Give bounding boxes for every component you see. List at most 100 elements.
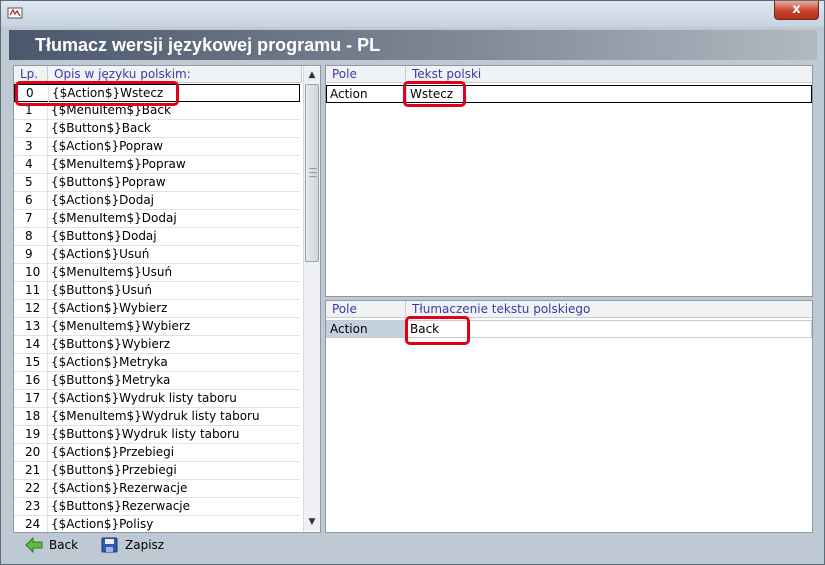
list-item-number: 16 xyxy=(14,372,48,389)
grip-icon: — — — xyxy=(309,164,317,181)
highlight-selected-entry xyxy=(15,81,179,106)
scroll-up-arrow-icon[interactable]: ▲ xyxy=(304,67,320,83)
list-item-text: {$Button$}Wydruk listy taboru xyxy=(51,427,240,441)
list-item[interactable]: 4 {$MenuItem$}Popraw xyxy=(14,156,300,174)
list-item-number: 20 xyxy=(14,444,48,461)
list-item-number: 17 xyxy=(14,390,48,407)
list-item-text: {$Button$}Usuń xyxy=(51,283,152,297)
list-item-text: {$Action$}Wydruk listy taboru xyxy=(51,391,237,405)
list-item[interactable]: 13 {$MenuItem$}Wybierz xyxy=(14,318,300,336)
list-item[interactable]: 17 {$Action$}Wydruk listy taboru xyxy=(14,390,300,408)
list-item-number: 19 xyxy=(14,426,48,443)
translation-row[interactable]: Action Back xyxy=(326,320,812,338)
list-item[interactable]: 22 {$Action$}Rezerwacje xyxy=(14,480,300,498)
list-item-number: 3 xyxy=(14,138,48,155)
list-item-number: 18 xyxy=(14,408,48,425)
back-button[interactable]: Back xyxy=(25,534,85,556)
scroll-down-arrow-icon[interactable]: ▼ xyxy=(304,514,320,530)
scroll-thumb[interactable]: — — — xyxy=(305,84,319,262)
list-item-text: {$MenuItem$}Wybierz xyxy=(51,319,191,333)
list-item-text: {$Button$}Dodaj xyxy=(51,229,157,243)
list-item-text: {$MenuItem$}Popraw xyxy=(51,157,186,171)
list-item-text: {$MenuItem$}Dodaj xyxy=(51,211,177,225)
list-item-text: {$Action$}Polisy xyxy=(51,517,154,531)
list-item-text: {$Action$}Rezerwacje xyxy=(51,481,188,495)
list-item-number: 24 xyxy=(14,516,48,532)
list-item[interactable]: 7 {$MenuItem$}Dodaj xyxy=(14,210,300,228)
column-header-pole[interactable]: Pole xyxy=(326,66,406,83)
translation-row-pole: Action xyxy=(327,321,407,337)
list-item[interactable]: 9 {$Action$}Usuń xyxy=(14,246,300,264)
list-item-text: {$Button$}Back xyxy=(51,121,151,135)
translation-panel: Pole Tłumaczenie tekstu polskiego Action… xyxy=(325,300,813,533)
polish-row-pole: Action xyxy=(327,86,407,102)
list-item[interactable]: 2 {$Button$}Back xyxy=(14,120,300,138)
list-item-text: {$Action$}Usuń xyxy=(51,247,150,261)
list-item-number: 11 xyxy=(14,282,48,299)
list-item-text: {$Action$}Popraw xyxy=(51,139,163,153)
list-item[interactable]: 23 {$Button$}Rezerwacje xyxy=(14,498,300,516)
list-item[interactable]: 10 {$MenuItem$}Usuń xyxy=(14,264,300,282)
list-item-number: 21 xyxy=(14,462,48,479)
list-item-number: 23 xyxy=(14,498,48,515)
list-item[interactable]: 5 {$Button$}Popraw xyxy=(14,174,300,192)
page-title: Tłumacz wersji językowej programu - PL xyxy=(35,35,381,55)
list-item[interactable]: 6 {$Action$}Dodaj xyxy=(14,192,300,210)
close-button[interactable]: x xyxy=(774,1,819,20)
save-button-label: Zapisz xyxy=(125,538,165,552)
list-item[interactable]: 8 {$Button$}Dodaj xyxy=(14,228,300,246)
list-item-text: {$Button$}Przebiegi xyxy=(51,463,177,477)
page-header: Tłumacz wersji językowej programu - PL xyxy=(9,30,817,60)
polish-text-panel: Pole Tekst polski Action Wstecz xyxy=(325,65,813,297)
list-item-number: 6 xyxy=(14,192,48,209)
list-item-text: {$MenuItem$}Wydruk listy taboru xyxy=(51,409,260,423)
entries-list: Lp. Opis w języku polskim: 0 {$Action$}Ws… xyxy=(13,65,321,533)
list-item[interactable]: 12 {$Action$}Wybierz xyxy=(14,300,300,318)
list-item-text: {$Action$}Wybierz xyxy=(51,301,168,315)
list-item-number: 7 xyxy=(14,210,48,227)
list-item[interactable]: 11 {$Button$}Usuń xyxy=(14,282,300,300)
list-item-text: {$Button$}Metryka xyxy=(51,373,171,387)
list-item[interactable]: 21 {$Button$}Przebiegi xyxy=(14,462,300,480)
list-item-number: 4 xyxy=(14,156,48,173)
list-item-number: 8 xyxy=(14,228,48,245)
highlight-translation xyxy=(405,316,470,345)
polish-text-row[interactable]: Action Wstecz xyxy=(326,85,812,103)
list-item-text: {$Button$}Wybierz xyxy=(51,337,171,351)
list-item-number: 14 xyxy=(14,336,48,353)
highlight-polish-text xyxy=(403,81,466,107)
list-item-number: 2 xyxy=(14,120,48,137)
column-header-tekst-polski[interactable]: Tekst polski xyxy=(406,66,812,83)
footer-toolbar: Back Zapisz xyxy=(9,534,817,556)
list-item-number: 5 xyxy=(14,174,48,191)
column-header-pole-2[interactable]: Pole xyxy=(326,301,406,318)
list-item-number: 10 xyxy=(14,264,48,281)
list-item-text: {$MenuItem$}Usuń xyxy=(51,265,173,279)
list-item-number: 12 xyxy=(14,300,48,317)
list-item-text: {$Button$}Popraw xyxy=(51,175,166,189)
list-item[interactable]: 19 {$Button$}Wydruk listy taboru xyxy=(14,426,300,444)
list-item-number: 9 xyxy=(14,246,48,263)
translation-header: Pole Tłumaczenie tekstu polskiego xyxy=(326,301,812,318)
list-item-number: 13 xyxy=(14,318,48,335)
list-item[interactable]: 20 {$Action$}Przebiegi xyxy=(14,444,300,462)
column-header-tlumaczenie[interactable]: Tłumaczenie tekstu polskiego xyxy=(406,301,812,318)
list-item[interactable]: 15 {$Action$}Metryka xyxy=(14,354,300,372)
list-item[interactable]: 24 {$Action$}Polisy xyxy=(14,516,300,532)
translator-window: x Tłumacz wersji językowej programu - PL… xyxy=(0,0,825,565)
list-item-text: {$Action$}Dodaj xyxy=(51,193,155,207)
title-bar: x xyxy=(1,1,824,27)
back-arrow-icon xyxy=(25,537,43,553)
list-item-text: {$Action$}Metryka xyxy=(51,355,168,369)
entries-scrollbar[interactable]: ▲ — — — ▼ xyxy=(303,67,320,531)
polish-text-header: Pole Tekst polski xyxy=(326,66,812,83)
back-button-label: Back xyxy=(49,538,79,552)
save-disk-icon xyxy=(101,537,118,553)
list-item[interactable]: 3 {$Action$}Popraw xyxy=(14,138,300,156)
list-item[interactable]: 16 {$Button$}Metryka xyxy=(14,372,300,390)
list-item[interactable]: 14 {$Button$}Wybierz xyxy=(14,336,300,354)
list-item-text: {$Action$}Przebiegi xyxy=(51,445,175,459)
list-item[interactable]: 18 {$MenuItem$}Wydruk listy taboru xyxy=(14,408,300,426)
save-button[interactable]: Zapisz xyxy=(101,534,171,556)
list-item-number: 22 xyxy=(14,480,48,497)
